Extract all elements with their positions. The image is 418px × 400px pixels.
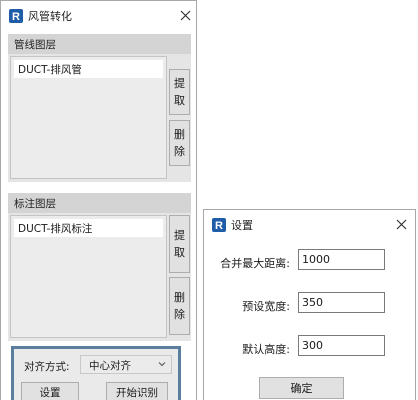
align-mode-value: 中心对齐	[89, 360, 131, 372]
settings-dialog: R 设置 合并最大距离: 预设宽度: 默认高度: 确定	[203, 209, 416, 400]
close-button[interactable]	[392, 215, 410, 233]
ok-button[interactable]: 确定	[259, 377, 344, 399]
revit-r-icon: R	[212, 218, 226, 232]
title-bar: R 风管转化	[1, 1, 196, 31]
close-button[interactable]	[176, 6, 194, 24]
preset-width-label: 预设宽度:	[242, 300, 290, 313]
close-x-icon	[180, 10, 190, 20]
svg-text:R: R	[215, 220, 223, 232]
align-mode-select[interactable]: 中心对齐	[80, 355, 172, 374]
pipe-layer-header: 管线图层	[8, 34, 191, 54]
list-item[interactable]: DUCT-排风管	[14, 60, 163, 78]
pipe-layer-panel: DUCT-排风管 提 取 删 除	[8, 54, 191, 182]
annotation-delete-button[interactable]: 删 除	[169, 277, 190, 335]
annotation-layer-header-label: 标注图层	[14, 198, 56, 210]
annotation-layer-panel: DUCT-排风标注 提 取 删 除	[8, 213, 191, 341]
revit-r-icon: R	[9, 9, 23, 23]
preset-width-input[interactable]	[298, 292, 385, 313]
default-height-input[interactable]	[298, 335, 385, 356]
annotation-layer-header: 标注图层	[8, 193, 191, 213]
align-mode-label: 对齐方式:	[24, 361, 70, 373]
button-char: 取	[174, 94, 185, 107]
button-char: 删	[174, 291, 185, 304]
list-item[interactable]: DUCT-排风标注	[14, 219, 163, 237]
button-char: 取	[174, 246, 185, 259]
button-char: 除	[174, 308, 185, 321]
chevron-down-icon	[158, 362, 166, 367]
pipe-delete-button[interactable]: 删 除	[169, 120, 190, 166]
button-char: 删	[174, 128, 185, 141]
title-bar: R 设置	[204, 210, 415, 240]
merge-max-distance-input[interactable]	[298, 249, 385, 270]
options-panel: 对齐方式: 中心对齐 设置 开始识别	[11, 346, 181, 400]
dialog-title: 设置	[231, 219, 253, 232]
duct-conversion-window: R 风管转化 管线图层 DUCT-排风管 提 取 删 除 标注图层 DUCT-排…	[0, 0, 197, 400]
button-char: 提	[174, 77, 185, 90]
pipe-extract-button[interactable]: 提 取	[169, 69, 190, 115]
window-title: 风管转化	[28, 10, 72, 23]
svg-text:R: R	[12, 11, 20, 23]
default-height-label: 默认高度:	[242, 343, 290, 356]
pipe-layer-list[interactable]: DUCT-排风管	[10, 56, 167, 179]
button-char: 提	[174, 229, 185, 242]
merge-max-distance-label: 合并最大距离:	[220, 257, 290, 270]
annotation-layer-list[interactable]: DUCT-排风标注	[10, 215, 167, 338]
pipe-layer-header-label: 管线图层	[14, 39, 56, 51]
annotation-extract-button[interactable]: 提 取	[169, 215, 190, 273]
button-char: 除	[174, 145, 185, 158]
settings-button[interactable]: 设置	[21, 382, 79, 400]
start-recognition-button[interactable]: 开始识别	[106, 382, 168, 400]
close-x-icon	[396, 219, 406, 229]
